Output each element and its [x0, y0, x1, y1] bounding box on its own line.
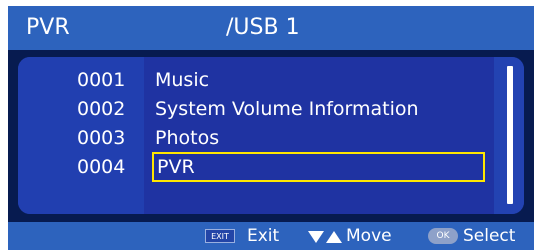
item-number: 0004: [77, 156, 126, 178]
list-item[interactable]: 0003 Photos: [18, 124, 494, 152]
exit-key-icon: EXIT: [205, 229, 235, 243]
list-item-selected[interactable]: 0004 PVR: [18, 152, 494, 182]
pvr-file-browser: PVR /USB 1 0001 Music 0002 System Volume…: [8, 6, 534, 250]
file-list-panel: 0001 Music 0002 System Volume Informatio…: [18, 57, 524, 214]
item-number: 0001: [77, 69, 126, 91]
scrollbar[interactable]: [494, 57, 524, 214]
title-bar: PVR /USB 1: [8, 6, 534, 50]
scrollbar-thumb[interactable]: [507, 66, 513, 204]
ok-key-icon: OK: [428, 228, 458, 244]
select-hint: Select: [463, 226, 516, 246]
item-name: PVR: [152, 152, 485, 182]
current-path: /USB 1: [226, 15, 300, 40]
exit-hint: Exit: [247, 226, 280, 246]
item-number: 0003: [77, 127, 126, 149]
item-name: System Volume Information: [155, 98, 419, 120]
list-item[interactable]: 0001 Music: [18, 66, 494, 94]
hint-bar: EXIT Exit Move OK Select: [8, 222, 534, 250]
item-name: Music: [155, 69, 210, 91]
item-name: Photos: [155, 127, 220, 149]
list-item[interactable]: 0002 System Volume Information: [18, 95, 494, 123]
move-arrows-icon: [308, 231, 342, 243]
move-hint: Move: [346, 226, 392, 246]
item-number: 0002: [77, 98, 126, 120]
mode-label: PVR: [26, 15, 70, 40]
